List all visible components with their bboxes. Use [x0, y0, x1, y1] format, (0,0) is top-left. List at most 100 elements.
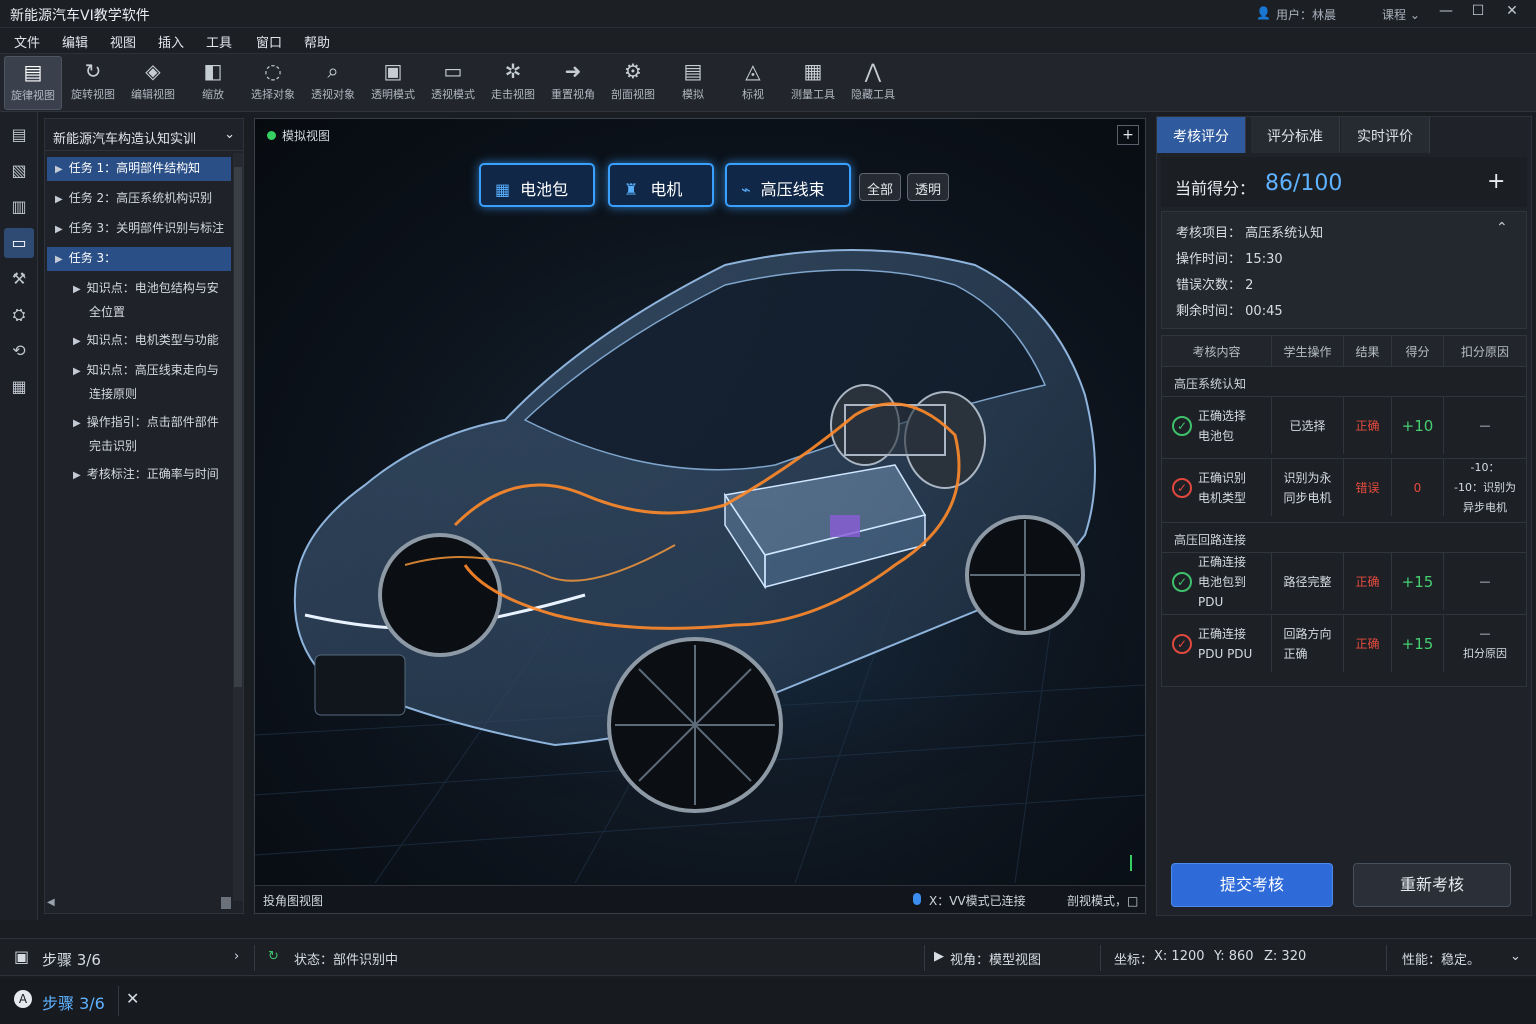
score-table: 考核内容 学生操作 结果 得分 扣分原因 高压系统认知 ✓ 正确选择 电池包 已选择正… — [1161, 335, 1527, 687]
chevron-down-icon[interactable]: ⌄ — [1510, 949, 1521, 964]
cube-icon[interactable]: ▧ — [4, 156, 34, 186]
menu-bar: 文件 编辑 视图 插入 工具 窗口 帮助 — [0, 28, 1536, 54]
document-icon[interactable]: ▤ — [4, 120, 34, 150]
tree-item[interactable]: ▶ 考核标注：正确率与时间 — [65, 463, 231, 487]
expand-icon: ▶ — [55, 194, 63, 205]
tool-button[interactable]: ⋀ 隐藏工具 — [844, 56, 902, 110]
ev-car-model[interactable] — [255, 215, 1145, 883]
viewport-footer: 投角图视图 X：VV模式已连接 剖视模式，□ — [255, 885, 1145, 913]
menu-file[interactable]: 文件 — [14, 32, 40, 51]
tool-button[interactable]: ▤ 模拟 — [664, 56, 722, 110]
tool-button[interactable]: ✲ 走击视图 — [484, 56, 542, 110]
course-menu[interactable]: 课程 ⌄ — [1382, 6, 1420, 23]
wrench-icon[interactable]: ⚒ — [4, 264, 34, 294]
tree-item[interactable]: ▶ 任务 3： — [47, 247, 231, 271]
folder-icon[interactable]: ▭ — [4, 228, 34, 258]
col-header: 扣分原因 — [1444, 336, 1526, 366]
cell-op: 已选择 — [1272, 397, 1344, 454]
check-icon: ✓ — [1172, 415, 1192, 436]
menu-view[interactable]: 视图 — [110, 32, 136, 51]
cell-result: 正确 — [1344, 397, 1392, 454]
add-view-button[interactable]: + — [1117, 125, 1139, 145]
box-icon: ▣ — [14, 947, 30, 966]
segment-cable-label: 高压线束 — [760, 180, 825, 199]
tree-item[interactable]: ▶ 操作指引：点击部件部件 完击识别 — [65, 411, 231, 457]
all-button[interactable]: 全部 — [859, 173, 902, 201]
user-label[interactable]: 用户：林晨 — [1276, 6, 1336, 23]
menu-window[interactable]: 窗口 — [256, 32, 282, 51]
tool-button[interactable]: ⌕ 透视对象 — [304, 56, 362, 110]
tree-item[interactable]: ▶ 任务 1：高明部件结构知 — [47, 157, 231, 181]
scroll-left-icon[interactable]: ◀ — [47, 897, 55, 908]
engine-icon[interactable]: ⛭ — [4, 300, 34, 330]
tree-item[interactable]: ▶ 知识点：高压线束走向与 连接原则 — [65, 359, 231, 405]
window-icon: ▭ — [443, 59, 463, 83]
table-row[interactable]: ✓ 正确识别 电机类型 识别为永 同步电机 错误 0 -10： -10：识别为 异步电机 — [1162, 458, 1526, 516]
coord-x: X: 1200 — [1154, 949, 1205, 964]
eval-key: 剩余时间： — [1176, 304, 1242, 319]
tree-item[interactable]: ▶ 任务 2：高压系统机构识别 — [47, 187, 231, 211]
table-row[interactable]: ✓ 正确连接 PDU PDU 回路方向 正确 正确 +15 — 扣分原因 — [1162, 614, 1526, 672]
tool-button[interactable]: ▦ 测量工具 — [784, 56, 842, 110]
chevron-right-icon[interactable]: › — [234, 949, 239, 964]
page-icon[interactable]: ▥ — [4, 192, 34, 222]
tool-button[interactable]: ▣ 透明模式 — [364, 56, 422, 110]
transparent-button[interactable]: 透明 — [907, 173, 950, 201]
cell-text: — — [1479, 418, 1491, 432]
tree-scrollbar[interactable] — [233, 153, 243, 901]
segment-cable[interactable]: ⌁ 高压线束 — [725, 163, 851, 207]
redo-button[interactable]: 重新考核 — [1353, 863, 1511, 907]
tool-button[interactable]: ◧ 缩放 — [184, 56, 242, 110]
table-row[interactable]: ✓ 正确连接 电池包到PDU 路径完整 正确 +15 — — [1162, 552, 1526, 610]
grid-icon[interactable]: ▦ — [4, 372, 34, 402]
loop-icon[interactable]: ⟲ — [4, 336, 34, 366]
cell-text: 正确 — [1355, 418, 1380, 433]
segment-battery[interactable]: ▦ 电池包 — [479, 163, 595, 207]
tool-button[interactable]: ↻ 旋转视图 — [64, 56, 122, 110]
tab-assessment[interactable]: 考核评分 — [1157, 117, 1246, 153]
tool-button[interactable]: ◬ 标视 — [724, 56, 782, 110]
cell-text: 正确识别 电机类型 — [1198, 470, 1247, 505]
tool-button[interactable]: ◌ 选择对象 — [244, 56, 302, 110]
tool-button[interactable]: ▭ 透视模式 — [424, 56, 482, 110]
3d-viewport[interactable]: 模拟视图 + ▦ 电池包 ♜ 电机 ⌁ 高压线束 全部 透明 投角图视图 X：V… — [254, 118, 1146, 914]
section-mode-label[interactable]: 剖视模式，□ — [1067, 892, 1138, 909]
user-icon: 👤 — [1256, 6, 1271, 20]
col-header: 考核内容 — [1162, 336, 1272, 366]
table-row[interactable]: ✓ 正确选择 电池包 已选择 正确 +10 — — [1162, 396, 1526, 454]
tab-realtime[interactable]: 实时评价 — [1341, 117, 1430, 153]
chevron-up-icon[interactable]: ⌃ — [1496, 220, 1508, 236]
tree-item[interactable]: ▶ 任务 3：关明部件识别与标注 — [47, 217, 231, 241]
cable-icon: ⌁ — [741, 180, 751, 199]
tool-button[interactable]: ⚙ 剖面视图 — [604, 56, 662, 110]
segment-motor[interactable]: ♜ 电机 — [608, 163, 714, 207]
submit-button[interactable]: 提交考核 — [1171, 863, 1333, 907]
tree-item[interactable]: ▶ 知识点：电机类型与功能 — [65, 329, 231, 353]
maximize-button[interactable]: ☐ — [1464, 3, 1492, 25]
tool-label: 模拟 — [682, 88, 704, 101]
toolbar: ▤ 旋律视图 ↻ 旋转视图 ◈ 编辑视图 ◧ 缩放 ◌ 选择对象 ⌕ 透视对象 ▣ 透明模式 ▭ 透视模式 ✲ 走… — [0, 54, 1536, 112]
menu-help[interactable]: 帮助 — [304, 32, 330, 51]
app-title: 新能源汽车VI教学软件 — [10, 8, 150, 24]
taskbar-step[interactable]: 步骤 3/6 — [42, 990, 105, 1014]
close-button[interactable]: ✕ — [1498, 3, 1526, 25]
scrollbar-thumb[interactable] — [234, 167, 242, 687]
menu-edit[interactable]: 编辑 — [62, 32, 88, 51]
menu-insert[interactable]: 插入 — [158, 32, 184, 51]
menu-tools[interactable]: 工具 — [206, 32, 232, 51]
coords-label: 坐标： — [1114, 953, 1154, 968]
scroll-right-thumb[interactable] — [221, 897, 231, 909]
cell-text: 路径完整 — [1283, 574, 1332, 589]
tool-button[interactable]: ◈ 编辑视图 — [124, 56, 182, 110]
tool-button[interactable]: ▤ 旋律视图 — [4, 56, 62, 110]
tree-header[interactable]: 新能源汽车构造认知实训 ⌄ — [45, 119, 243, 151]
tree-item[interactable]: ▶ 知识点：电池包结构与安 全位置 — [65, 277, 231, 323]
close-icon[interactable]: ✕ — [126, 989, 139, 1008]
tab-criteria[interactable]: 评分标准 — [1251, 117, 1340, 153]
tree-item-label: 任务 2：高压系统机构识别 — [68, 191, 213, 205]
add-icon[interactable]: + — [1487, 169, 1505, 194]
table-group-title: 高压系统认知 — [1162, 366, 1526, 396]
tree-item-label: 考核标注：正确率与时间 — [86, 467, 219, 481]
tool-button[interactable]: ➜ 重置视角 — [544, 56, 602, 110]
minimize-button[interactable]: — — [1432, 3, 1460, 25]
